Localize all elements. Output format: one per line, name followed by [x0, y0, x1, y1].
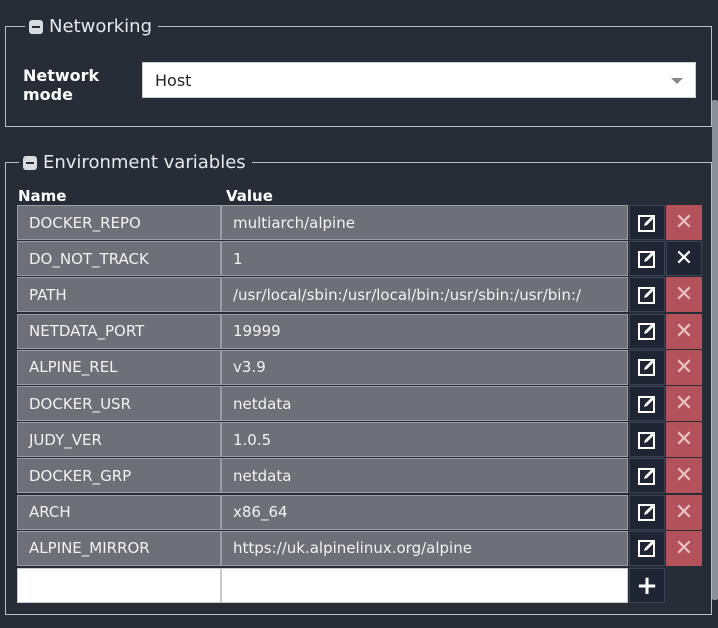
env-name-cell: DO_NOT_TRACK — [17, 241, 221, 277]
delete-env-button[interactable]: ✕ — [666, 494, 702, 530]
env-name-cell: DOCKER_USR — [17, 386, 221, 421]
network-mode-value: Host — [155, 70, 192, 90]
edit-icon — [638, 395, 655, 413]
column-header-value: Value — [226, 187, 273, 205]
networking-legend[interactable]: Networking — [25, 16, 158, 37]
edit-env-button[interactable] — [629, 386, 665, 421]
env-name-cell: NETDATA_PORT — [17, 313, 221, 349]
chevron-down-icon[interactable] — [671, 78, 683, 84]
env-name-cell: DOCKER_REPO — [17, 205, 221, 240]
env-value-cell: 1.0.5 — [221, 422, 628, 458]
edit-icon — [638, 504, 655, 522]
env-value-cell: /usr/local/sbin:/usr/local/bin:/usr/sbin… — [221, 277, 628, 313]
edit-icon — [638, 250, 655, 268]
delete-env-button[interactable]: ✕ — [666, 205, 702, 240]
env-value-cell: multiarch/alpine — [221, 205, 628, 240]
env-name-cell: DOCKER_GRP — [17, 458, 221, 494]
close-icon: ✕ — [674, 354, 694, 380]
close-icon: ✕ — [674, 391, 694, 416]
close-icon: ✕ — [674, 535, 694, 561]
edit-icon — [638, 540, 655, 558]
env-name-cell: PATH — [17, 277, 221, 313]
env-value-cell: https://uk.alpinelinux.org/alpine — [221, 530, 628, 566]
minus-icon[interactable] — [29, 19, 43, 34]
env-value-cell: 1 — [221, 241, 628, 277]
edit-icon — [638, 431, 655, 449]
network-mode-select[interactable]: Host — [142, 62, 696, 98]
edit-icon — [638, 214, 655, 232]
env-row: DOCKER_GRP netdata ✕ — [17, 458, 704, 494]
column-header-name: Name — [18, 187, 67, 205]
scrollbar-thumb[interactable] — [712, 100, 718, 600]
env-legend[interactable]: Environment variables — [19, 152, 252, 173]
networking-title: Networking — [49, 16, 152, 37]
edit-env-button[interactable] — [629, 241, 665, 277]
edit-env-button[interactable] — [629, 205, 665, 240]
close-icon: ✕ — [674, 246, 694, 272]
edit-icon — [638, 467, 655, 485]
edit-icon — [638, 359, 655, 377]
delete-env-button[interactable]: ✕ — [666, 349, 702, 385]
edit-env-button[interactable] — [629, 530, 665, 566]
close-icon: ✕ — [674, 463, 694, 489]
env-row: NETDATA_PORT 19999 ✕ — [17, 313, 704, 349]
env-value-cell: 19999 — [221, 313, 628, 349]
env-name-cell: JUDY_VER — [17, 422, 221, 458]
env-row: DO_NOT_TRACK 1 ✕ — [17, 241, 704, 277]
edit-env-button[interactable] — [629, 494, 665, 530]
env-name-cell: ALPINE_MIRROR — [17, 530, 221, 566]
edit-env-button[interactable] — [629, 458, 665, 494]
delete-env-button[interactable]: ✕ — [666, 386, 702, 421]
minus-icon[interactable] — [23, 155, 37, 170]
env-row: PATH/usr/local/sbin:/usr/local/bin:/usr/… — [17, 277, 704, 313]
delete-env-button[interactable]: ✕ — [666, 530, 702, 566]
new-name-input[interactable] — [17, 568, 221, 603]
edit-icon — [638, 323, 655, 341]
edit-env-button[interactable] — [629, 277, 665, 313]
delete-env-button[interactable]: ✕ — [666, 277, 702, 313]
edit-env-button[interactable] — [629, 313, 665, 349]
env-value-cell: v3.9 — [221, 349, 628, 385]
close-icon: ✕ — [674, 210, 694, 235]
new-env-row: + — [17, 568, 704, 603]
env-value-cell: netdata — [221, 458, 628, 494]
env-name-cell: ARCH — [17, 494, 221, 530]
env-row: JUDY_VER 1.0.5 ✕ — [17, 422, 704, 458]
new-value-input[interactable] — [221, 568, 628, 603]
env-title: Environment variables — [43, 152, 246, 173]
env-value-cell: x86_64 — [221, 494, 628, 530]
close-icon: ✕ — [674, 282, 694, 308]
env-row: ALPINE_MIRROR https://uk.alpinelinux.org/… — [17, 530, 704, 566]
edit-env-button[interactable] — [629, 349, 665, 385]
env-row: ALPINE_REL v3.9 ✕ — [17, 349, 704, 385]
close-icon: ✕ — [674, 318, 694, 344]
env-row: DOCKER_USR netdata ✕ — [17, 386, 704, 421]
close-icon: ✕ — [674, 499, 694, 525]
delete-env-button[interactable]: ✕ — [666, 241, 702, 277]
env-value-cell: netdata — [221, 386, 628, 421]
delete-env-button[interactable]: ✕ — [666, 422, 702, 458]
env-name-cell: ALPINE_REL — [17, 349, 221, 385]
env-row: DOCKER_REPO multiarch/alpine ✕ — [17, 205, 704, 240]
plus-icon: + — [636, 570, 658, 601]
delete-env-button[interactable]: ✕ — [666, 458, 702, 494]
env-row: ARCH x86_64 ✕ — [17, 494, 704, 530]
network-mode-label: Network mode — [23, 66, 100, 104]
edit-icon — [638, 286, 655, 304]
delete-env-button[interactable]: ✕ — [666, 313, 702, 349]
close-icon: ✕ — [674, 427, 694, 453]
add-env-button[interactable]: + — [629, 568, 665, 603]
edit-env-button[interactable] — [629, 422, 665, 458]
